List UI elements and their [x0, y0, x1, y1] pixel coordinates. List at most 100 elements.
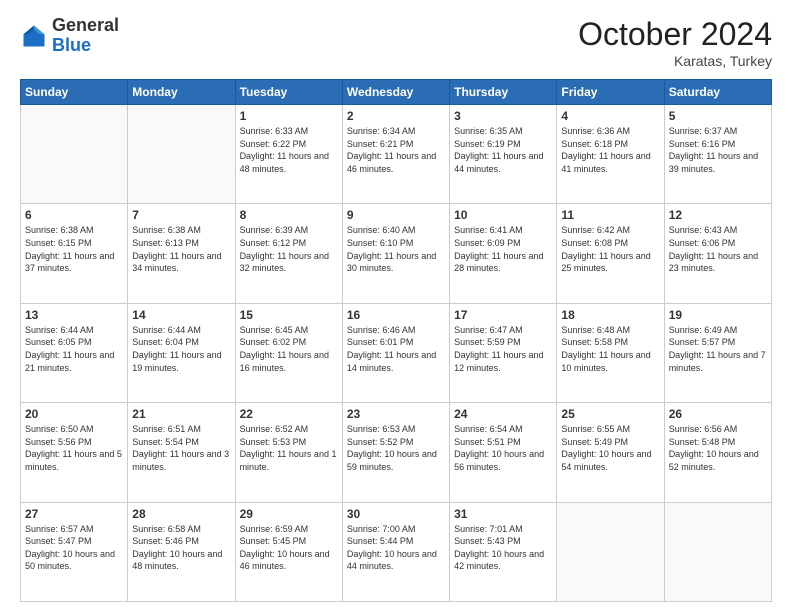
day-info: Sunrise: 7:01 AM Sunset: 5:43 PM Dayligh… — [454, 523, 552, 573]
day-info: Sunrise: 6:44 AM Sunset: 6:05 PM Dayligh… — [25, 324, 123, 374]
day-number: 30 — [347, 507, 445, 521]
day-info: Sunrise: 6:41 AM Sunset: 6:09 PM Dayligh… — [454, 224, 552, 274]
day-info: Sunrise: 6:59 AM Sunset: 5:45 PM Dayligh… — [240, 523, 338, 573]
calendar-cell: 4 Sunrise: 6:36 AM Sunset: 6:18 PM Daylig… — [557, 105, 664, 204]
day-info: Sunrise: 6:53 AM Sunset: 5:52 PM Dayligh… — [347, 423, 445, 473]
col-header-thursday: Thursday — [450, 80, 557, 105]
header: General Blue October 2024 Karatas, Turke… — [20, 16, 772, 69]
month-title: October 2024 — [578, 16, 772, 53]
day-info: Sunrise: 6:43 AM Sunset: 6:06 PM Dayligh… — [669, 224, 767, 274]
day-info: Sunrise: 6:38 AM Sunset: 6:13 PM Dayligh… — [132, 224, 230, 274]
day-info: Sunrise: 6:46 AM Sunset: 6:01 PM Dayligh… — [347, 324, 445, 374]
day-info: Sunrise: 6:55 AM Sunset: 5:49 PM Dayligh… — [561, 423, 659, 473]
calendar-cell: 26 Sunrise: 6:56 AM Sunset: 5:48 PM Dayli… — [664, 403, 771, 502]
day-info: Sunrise: 6:44 AM Sunset: 6:04 PM Dayligh… — [132, 324, 230, 374]
day-info: Sunrise: 6:58 AM Sunset: 5:46 PM Dayligh… — [132, 523, 230, 573]
calendar-cell: 20 Sunrise: 6:50 AM Sunset: 5:56 PM Dayli… — [21, 403, 128, 502]
day-info: Sunrise: 6:40 AM Sunset: 6:10 PM Dayligh… — [347, 224, 445, 274]
day-info: Sunrise: 6:47 AM Sunset: 5:59 PM Dayligh… — [454, 324, 552, 374]
day-info: Sunrise: 6:33 AM Sunset: 6:22 PM Dayligh… — [240, 125, 338, 175]
calendar-cell: 15Sunrise: 6:45 AM Sunset: 6:02 PM Dayli… — [235, 303, 342, 402]
calendar-cell: 12 Sunrise: 6:43 AM Sunset: 6:06 PM Dayli… — [664, 204, 771, 303]
col-header-wednesday: Wednesday — [342, 80, 449, 105]
calendar-cell — [128, 105, 235, 204]
day-info: Sunrise: 6:36 AM Sunset: 6:18 PM Dayligh… — [561, 125, 659, 175]
day-number: 12 — [669, 208, 767, 222]
calendar-cell: 6Sunrise: 6:38 AM Sunset: 6:15 PM Daylig… — [21, 204, 128, 303]
day-info: Sunrise: 6:39 AM Sunset: 6:12 PM Dayligh… — [240, 224, 338, 274]
logo-icon — [20, 22, 48, 50]
day-number: 26 — [669, 407, 767, 421]
col-header-sunday: Sunday — [21, 80, 128, 105]
calendar-header-row: SundayMondayTuesdayWednesdayThursdayFrid… — [21, 80, 772, 105]
day-number: 8 — [240, 208, 338, 222]
calendar-cell: 19 Sunrise: 6:49 AM Sunset: 5:57 PM Dayli… — [664, 303, 771, 402]
day-number: 1 — [240, 109, 338, 123]
col-header-saturday: Saturday — [664, 80, 771, 105]
calendar-cell: 22 Sunrise: 6:52 AM Sunset: 5:53 PM Dayli… — [235, 403, 342, 502]
calendar-cell: 27 Sunrise: 6:57 AM Sunset: 5:47 PM Dayli… — [21, 502, 128, 601]
day-number: 16 — [347, 308, 445, 322]
day-info: Sunrise: 7:00 AM Sunset: 5:44 PM Dayligh… — [347, 523, 445, 573]
day-number: 11 — [561, 208, 659, 222]
calendar-cell: 16 Sunrise: 6:46 AM Sunset: 6:01 PM Dayli… — [342, 303, 449, 402]
col-header-friday: Friday — [557, 80, 664, 105]
day-info: Sunrise: 6:37 AM Sunset: 6:16 PM Dayligh… — [669, 125, 767, 175]
calendar-cell: 7 Sunrise: 6:38 AM Sunset: 6:13 PM Daylig… — [128, 204, 235, 303]
calendar-cell: 2Sunrise: 6:34 AM Sunset: 6:21 PM Daylig… — [342, 105, 449, 204]
page: General Blue October 2024 Karatas, Turke… — [0, 0, 792, 612]
logo-blue: Blue — [52, 35, 91, 55]
calendar-cell: 31 Sunrise: 7:01 AM Sunset: 5:43 PM Dayli… — [450, 502, 557, 601]
calendar-cell: 21Sunrise: 6:51 AM Sunset: 5:54 PM Dayli… — [128, 403, 235, 502]
day-info: Sunrise: 6:57 AM Sunset: 5:47 PM Dayligh… — [25, 523, 123, 573]
calendar-cell: 5Sunrise: 6:37 AM Sunset: 6:16 PM Daylig… — [664, 105, 771, 204]
calendar-cell: 11 Sunrise: 6:42 AM Sunset: 6:08 PM Dayli… — [557, 204, 664, 303]
calendar-week-row: 1 Sunrise: 6:33 AM Sunset: 6:22 PM Daylig… — [21, 105, 772, 204]
calendar-cell: 8 Sunrise: 6:39 AM Sunset: 6:12 PM Daylig… — [235, 204, 342, 303]
calendar-week-row: 6Sunrise: 6:38 AM Sunset: 6:15 PM Daylig… — [21, 204, 772, 303]
location: Karatas, Turkey — [578, 53, 772, 69]
day-info: Sunrise: 6:48 AM Sunset: 5:58 PM Dayligh… — [561, 324, 659, 374]
day-info: Sunrise: 6:52 AM Sunset: 5:53 PM Dayligh… — [240, 423, 338, 473]
calendar-cell: 18 Sunrise: 6:48 AM Sunset: 5:58 PM Dayli… — [557, 303, 664, 402]
calendar-cell: 1 Sunrise: 6:33 AM Sunset: 6:22 PM Daylig… — [235, 105, 342, 204]
day-number: 19 — [669, 308, 767, 322]
day-number: 9 — [347, 208, 445, 222]
day-number: 31 — [454, 507, 552, 521]
day-number: 10 — [454, 208, 552, 222]
calendar-cell: 17Sunrise: 6:47 AM Sunset: 5:59 PM Dayli… — [450, 303, 557, 402]
day-info: Sunrise: 6:38 AM Sunset: 6:15 PM Dayligh… — [25, 224, 123, 274]
day-number: 4 — [561, 109, 659, 123]
calendar-cell: 25 Sunrise: 6:55 AM Sunset: 5:49 PM Dayli… — [557, 403, 664, 502]
day-number: 25 — [561, 407, 659, 421]
calendar-table: SundayMondayTuesdayWednesdayThursdayFrid… — [20, 79, 772, 602]
day-number: 27 — [25, 507, 123, 521]
calendar-cell: 23Sunrise: 6:53 AM Sunset: 5:52 PM Dayli… — [342, 403, 449, 502]
calendar-cell — [664, 502, 771, 601]
day-number: 20 — [25, 407, 123, 421]
day-number: 29 — [240, 507, 338, 521]
title-block: October 2024 Karatas, Turkey — [578, 16, 772, 69]
day-number: 22 — [240, 407, 338, 421]
day-info: Sunrise: 6:56 AM Sunset: 5:48 PM Dayligh… — [669, 423, 767, 473]
day-number: 18 — [561, 308, 659, 322]
day-info: Sunrise: 6:42 AM Sunset: 6:08 PM Dayligh… — [561, 224, 659, 274]
day-number: 7 — [132, 208, 230, 222]
calendar-cell: 24Sunrise: 6:54 AM Sunset: 5:51 PM Dayli… — [450, 403, 557, 502]
calendar-cell: 30 Sunrise: 7:00 AM Sunset: 5:44 PM Dayli… — [342, 502, 449, 601]
logo-text: General Blue — [52, 16, 119, 56]
logo: General Blue — [20, 16, 119, 56]
day-info: Sunrise: 6:50 AM Sunset: 5:56 PM Dayligh… — [25, 423, 123, 473]
col-header-tuesday: Tuesday — [235, 80, 342, 105]
day-number: 2 — [347, 109, 445, 123]
calendar-cell: 29 Sunrise: 6:59 AM Sunset: 5:45 PM Dayli… — [235, 502, 342, 601]
logo-general: General — [52, 15, 119, 35]
day-info: Sunrise: 6:35 AM Sunset: 6:19 PM Dayligh… — [454, 125, 552, 175]
calendar-cell — [557, 502, 664, 601]
day-number: 21 — [132, 407, 230, 421]
col-header-monday: Monday — [128, 80, 235, 105]
day-info: Sunrise: 6:54 AM Sunset: 5:51 PM Dayligh… — [454, 423, 552, 473]
day-info: Sunrise: 6:45 AM Sunset: 6:02 PM Dayligh… — [240, 324, 338, 374]
calendar-week-row: 27 Sunrise: 6:57 AM Sunset: 5:47 PM Dayli… — [21, 502, 772, 601]
day-info: Sunrise: 6:49 AM Sunset: 5:57 PM Dayligh… — [669, 324, 767, 374]
